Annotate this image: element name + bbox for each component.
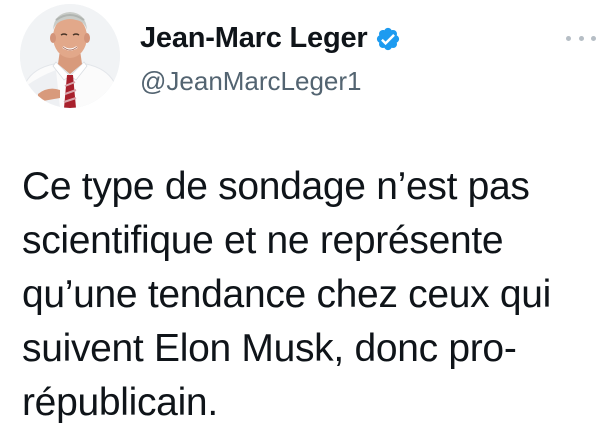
verified-badge-icon [375, 26, 401, 52]
menu-dot [591, 35, 596, 41]
tweet-text: Ce type de sondage n’est pas scientifiqu… [22, 160, 594, 430]
tweet-text-line: républicain. [22, 381, 218, 424]
tweet-text-line: Ce type de sondage n’est pas [22, 165, 530, 208]
profile-photo [20, 4, 120, 108]
author-name-row[interactable]: Jean-Marc Leger [140, 22, 401, 55]
avatar[interactable] [20, 4, 120, 108]
tweet-text-line: qu’une tendance chez ceux qui [22, 273, 552, 316]
author-handle[interactable]: @JeanMarcLeger1 [140, 66, 362, 97]
tweet-text-line: scientifique et ne représente [22, 219, 504, 262]
tweet-text-line: suivent Elon Musk, donc pro- [22, 327, 517, 370]
author-display-name[interactable]: Jean-Marc Leger [140, 22, 368, 55]
menu-dot [578, 35, 584, 41]
tweet-card: Jean-Marc Leger @JeanMarcLeger1 Ce type … [0, 0, 611, 432]
more-horizontal-icon[interactable] [566, 30, 596, 46]
menu-dot [566, 35, 571, 41]
